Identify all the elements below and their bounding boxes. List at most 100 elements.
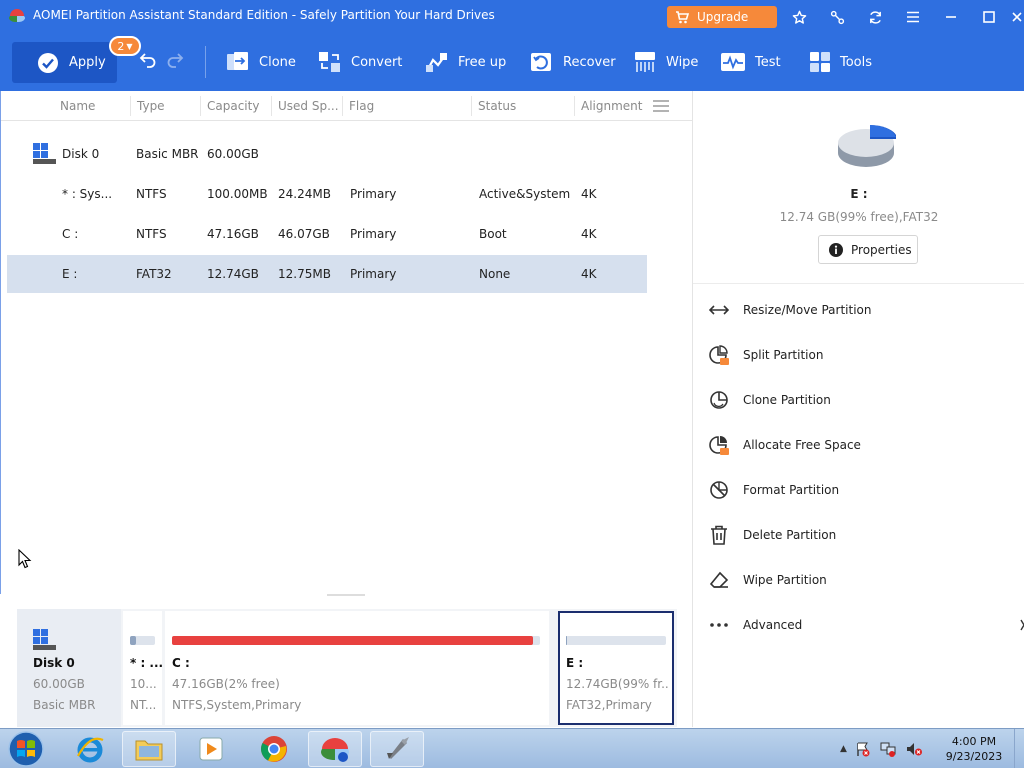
- refresh-button[interactable]: [863, 6, 887, 28]
- maximize-icon: [983, 11, 995, 23]
- op-allocate-free-space[interactable]: Allocate Free Space: [709, 434, 861, 456]
- app-logo-icon: [9, 9, 25, 23]
- op-label: Wipe Partition: [743, 573, 827, 587]
- row-name: Disk 0: [62, 147, 100, 161]
- split-icon: [709, 345, 729, 365]
- tray-expand-icon[interactable]: ▲: [840, 744, 847, 754]
- taskbar-file-explorer[interactable]: [122, 731, 176, 767]
- column-alignment[interactable]: Alignment: [581, 99, 642, 113]
- op-split-partition[interactable]: Split Partition: [709, 344, 823, 366]
- row-alignment: 4K: [581, 267, 597, 281]
- volume-muted-icon[interactable]: [905, 741, 923, 757]
- disk-map: Disk 0 60.00GB Basic MBR * : ... 10... N…: [17, 609, 677, 727]
- recover-label: Recover: [563, 54, 616, 70]
- star-button[interactable]: [787, 6, 811, 28]
- partition-name: * : ...: [130, 656, 162, 670]
- start-button-icon[interactable]: [6, 730, 46, 768]
- partition-block-c[interactable]: C : 47.16GB(2% free) NTFS,System,Primary: [165, 611, 549, 725]
- chevron-down-icon: ▼: [126, 41, 133, 51]
- op-label: Advanced: [743, 618, 803, 632]
- maximize-button[interactable]: [977, 6, 1001, 28]
- info-icon: [829, 242, 843, 257]
- chrome-icon: [261, 736, 287, 762]
- column-divider[interactable]: [271, 96, 272, 116]
- column-flag[interactable]: Flag: [349, 99, 374, 113]
- column-divider[interactable]: [200, 96, 201, 116]
- op-delete-partition[interactable]: Delete Partition: [709, 524, 836, 546]
- taskbar-clock[interactable]: 4:00 PM 9/23/2023: [940, 734, 1008, 764]
- column-divider[interactable]: [130, 96, 131, 116]
- op-resize-move-partition[interactable]: Resize/Move Partition: [709, 299, 872, 321]
- partition-usage-bar: [566, 636, 666, 645]
- disk-icon: [33, 629, 56, 650]
- column-divider[interactable]: [342, 96, 343, 116]
- taskbar-aomei-partition-assistant[interactable]: [308, 731, 362, 767]
- taskbar-media-player[interactable]: [184, 731, 238, 767]
- close-icon: [1012, 12, 1022, 22]
- minimize-button[interactable]: [939, 6, 963, 28]
- convert-button[interactable]: Convert: [318, 50, 402, 74]
- apply-button[interactable]: Apply 2 ▼: [12, 36, 141, 83]
- column-capacity[interactable]: Capacity: [207, 99, 259, 113]
- free-up-button[interactable]: Free up: [425, 50, 506, 74]
- cart-icon: [676, 10, 689, 23]
- undo-icon[interactable]: [139, 52, 157, 68]
- row-capacity: 100.00MB: [207, 187, 268, 201]
- taskbar-app-rocket[interactable]: [370, 731, 424, 767]
- close-button[interactable]: [1010, 6, 1024, 28]
- hamburger-icon: [907, 11, 919, 23]
- properties-button[interactable]: Properties: [818, 235, 918, 264]
- table-row-selected[interactable]: E : FAT32 12.74GB 12.75MB Primary None 4…: [7, 255, 647, 293]
- recover-button[interactable]: Recover: [530, 50, 616, 74]
- table-row[interactable]: * : Sys... NTFS 100.00MB 24.24MB Primary…: [7, 175, 647, 213]
- pending-count: 2: [117, 39, 125, 53]
- aomei-app-icon: [321, 738, 349, 762]
- op-clone-partition[interactable]: Clone Partition: [709, 389, 831, 411]
- network-icon[interactable]: [879, 741, 897, 757]
- column-used-space[interactable]: Used Sp...: [278, 99, 339, 113]
- partition-block-system[interactable]: * : ... 10... NT...: [123, 611, 162, 725]
- table-row[interactable]: C : NTFS 47.16GB 46.07GB Primary Boot 4K: [7, 215, 647, 253]
- disk-map-disk-0[interactable]: Disk 0 60.00GB Basic MBR: [17, 609, 121, 727]
- panel-separator: [693, 283, 1024, 284]
- column-name[interactable]: Name: [60, 99, 95, 113]
- wipe-label: Wipe: [666, 54, 699, 70]
- row-capacity: 60.00GB: [207, 147, 259, 161]
- column-status[interactable]: Status: [478, 99, 516, 113]
- column-type[interactable]: Type: [137, 99, 165, 113]
- table-row-disk-0[interactable]: Disk 0 Basic MBR 60.00GB: [7, 135, 647, 173]
- operations-panel: E : 12.74 GB(99% free),FAT32 Properties …: [692, 91, 1024, 727]
- show-desktop-button[interactable]: [1014, 729, 1024, 768]
- properties-label: Properties: [851, 242, 912, 257]
- partition-block-e[interactable]: E : 12.74GB(99% fr... FAT32,Primary: [558, 611, 674, 725]
- chevron-right-icon[interactable]: [1020, 619, 1024, 631]
- test-icon: [721, 53, 745, 71]
- recover-icon: [531, 53, 551, 71]
- op-label: Clone Partition: [743, 393, 831, 407]
- redo-icon[interactable]: [166, 52, 184, 68]
- wipe-button[interactable]: Wipe: [633, 50, 698, 74]
- check-circle-icon: [38, 52, 58, 73]
- selected-partition-info: 12.74 GB(99% free),FAT32: [779, 210, 939, 224]
- pane-resize-handle[interactable]: [327, 594, 365, 596]
- op-wipe-partition[interactable]: Wipe Partition: [709, 569, 827, 591]
- action-center-flag-icon[interactable]: [855, 741, 871, 757]
- upgrade-button[interactable]: Upgrade: [667, 6, 777, 28]
- taskbar-chrome[interactable]: [247, 731, 301, 767]
- taskbar: ▲ 4:00 PM 9/23/2023: [0, 728, 1024, 768]
- media-player-icon: [199, 737, 223, 761]
- op-format-partition[interactable]: Format Partition: [709, 479, 839, 501]
- column-divider[interactable]: [471, 96, 472, 116]
- tools-button[interactable]: Tools: [809, 50, 872, 74]
- test-button[interactable]: Test: [720, 50, 781, 74]
- pending-operations-badge[interactable]: 2 ▼: [109, 36, 141, 56]
- clone-label: Clone: [259, 54, 296, 70]
- op-advanced[interactable]: Advanced: [709, 614, 802, 636]
- taskbar-internet-explorer[interactable]: [63, 731, 117, 767]
- clone-button[interactable]: Clone: [226, 50, 296, 74]
- column-settings-icon[interactable]: [653, 100, 669, 112]
- partition-table: Name Type Capacity Used Sp... Flag Statu…: [0, 91, 693, 594]
- share-button[interactable]: [825, 6, 849, 28]
- menu-button[interactable]: [901, 6, 925, 28]
- column-divider[interactable]: [574, 96, 575, 116]
